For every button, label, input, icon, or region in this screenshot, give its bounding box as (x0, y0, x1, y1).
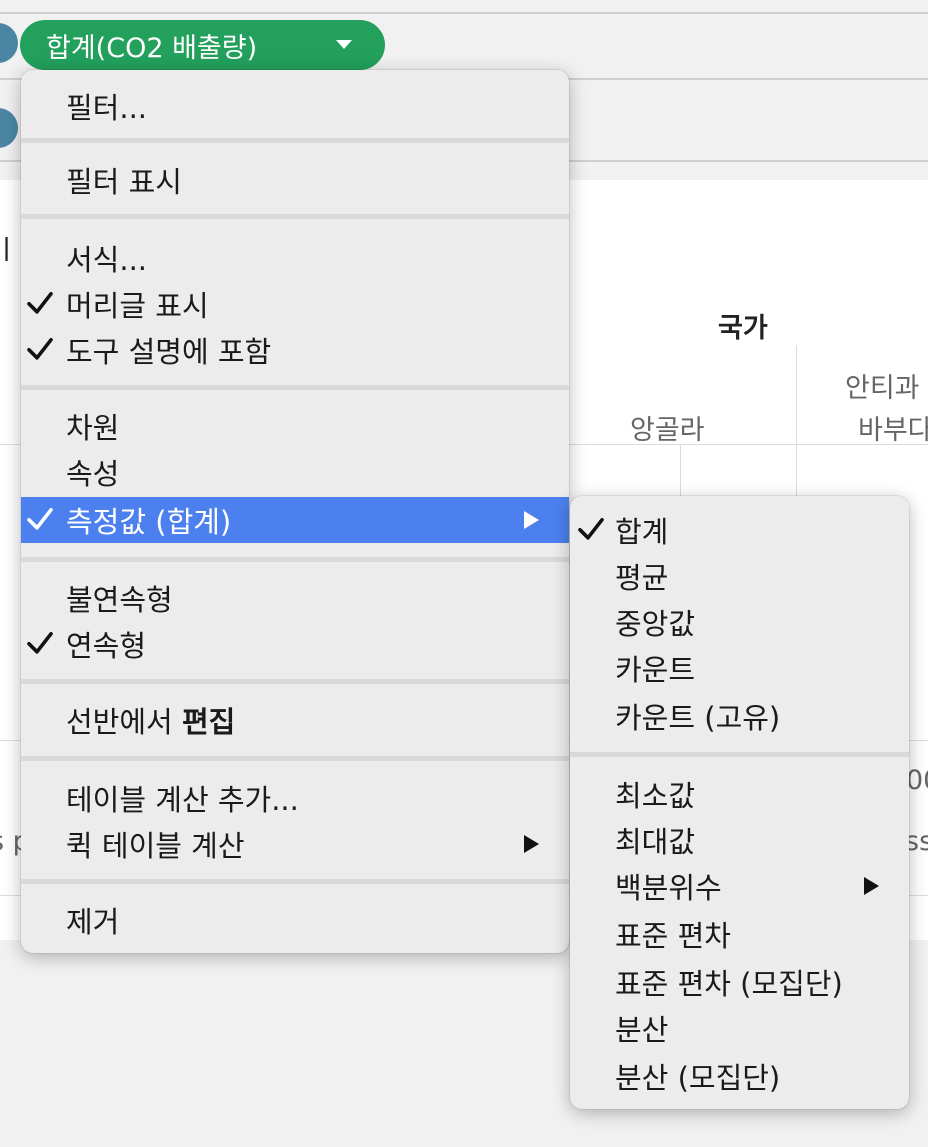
menu-item-show-header[interactable]: 머리글 표시 (21, 281, 569, 327)
submenu-item-variance[interactable]: 분산 (570, 1005, 909, 1051)
menu-item-continuous[interactable]: 연속형 (21, 621, 569, 667)
menu-separator (21, 879, 569, 884)
column-label-antigua-2: 바부다 (858, 415, 928, 446)
checkmark-icon (27, 291, 53, 314)
submenu-item-minimum[interactable]: 최소값 (570, 771, 909, 817)
shelf-divider-top (0, 12, 928, 14)
menu-separator (570, 752, 909, 757)
header-divider (796, 345, 797, 445)
checkmark-icon (27, 631, 53, 654)
submenu-item-std-dev[interactable]: 표준 편차 (570, 911, 909, 957)
column-label-angola: 앙골라 (630, 415, 705, 446)
submenu-item-variance-pop[interactable]: 분산 (모집단) (570, 1053, 909, 1099)
menu-item-discrete[interactable]: 불연속형 (21, 575, 569, 621)
measure-pill-label: 합계(CO2 배출량) (46, 32, 258, 64)
menu-item-dimension[interactable]: 차원 (21, 403, 569, 449)
submenu-item-percentile[interactable]: 백분위수 (570, 863, 909, 909)
submenu-arrow-icon (864, 877, 879, 895)
submenu-arrow-icon (524, 835, 539, 853)
menu-item-quick-table-calc[interactable]: 퀵 테이블 계산 (21, 821, 569, 867)
checkmark-icon (27, 337, 53, 360)
shelf-pill-handle-1[interactable] (0, 23, 18, 63)
menu-separator (21, 557, 569, 562)
submenu-item-maximum[interactable]: 최대값 (570, 817, 909, 863)
menu-item-include-tooltip[interactable]: 도구 설명에 포함 (21, 327, 569, 373)
pill-context-menu: 필터... 필터 표시 서식... 머리글 표시 도구 설명에 포함 차원 속성… (21, 70, 569, 953)
menu-item-remove[interactable]: 제거 (21, 897, 569, 943)
submenu-item-sum[interactable]: 합계 (570, 507, 909, 553)
measure-pill[interactable]: 합계(CO2 배출량) (20, 20, 385, 70)
clipped-left-label-1: ㅣ (0, 235, 19, 266)
dropdown-arrow-icon[interactable] (336, 40, 352, 49)
submenu-item-median[interactable]: 중앙값 (570, 599, 909, 645)
aggregation-submenu: 합계 평균 중앙값 카운트 카운트 (고유) 최소값 최대값 백분위수 표준 편… (570, 496, 909, 1109)
submenu-item-average[interactable]: 평균 (570, 553, 909, 599)
menu-item-measure[interactable]: 측정값 (합계) (21, 497, 569, 543)
column-label-antigua-1: 안티과 (845, 373, 920, 404)
checkmark-icon (578, 517, 604, 540)
menu-separator (21, 385, 569, 390)
menu-item-filter[interactable]: 필터... (21, 83, 569, 129)
shelf-pill-handle-2[interactable] (0, 108, 18, 148)
clipped-right-label-1: 00 (906, 765, 928, 796)
menu-item-attribute[interactable]: 속성 (21, 449, 569, 495)
menu-separator (21, 679, 569, 684)
menu-item-format[interactable]: 서식... (21, 235, 569, 281)
checkmark-icon (27, 507, 53, 530)
submenu-item-count-distinct[interactable]: 카운트 (고유) (570, 693, 909, 739)
column-header-label: 국가 (718, 313, 768, 344)
menu-item-show-filter[interactable]: 필터 표시 (21, 157, 569, 203)
menu-item-add-table-calc[interactable]: 테이블 계산 추가... (21, 775, 569, 821)
menu-separator (21, 214, 569, 219)
submenu-item-count[interactable]: 카운트 (570, 645, 909, 691)
menu-item-edit-in-shelf[interactable]: 선반에서 편집 (21, 697, 569, 743)
menu-separator (21, 138, 569, 143)
menu-separator (21, 756, 569, 761)
submenu-arrow-icon (524, 511, 539, 529)
submenu-item-std-dev-pop[interactable]: 표준 편차 (모집단) (570, 959, 909, 1005)
